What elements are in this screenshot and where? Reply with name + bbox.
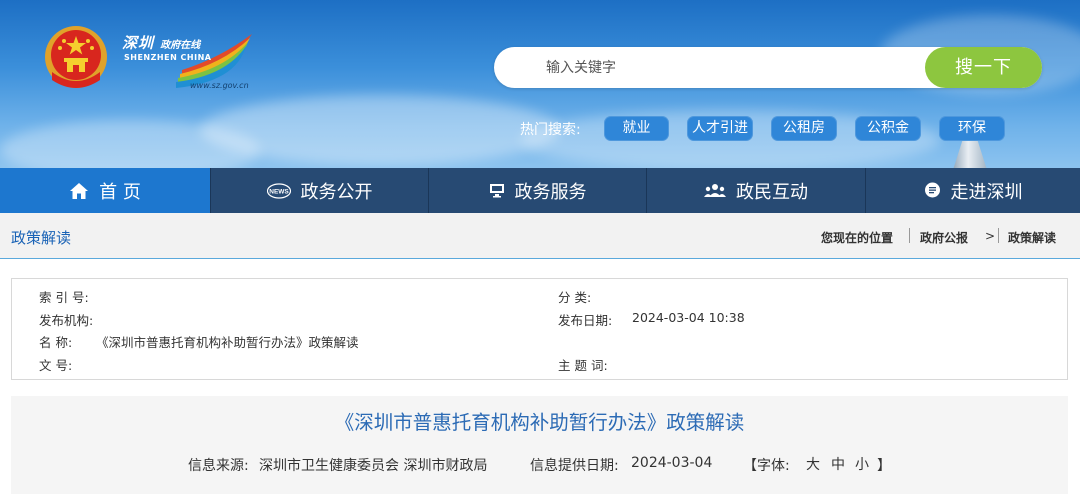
publisher-label: 发布机构: [39, 313, 94, 328]
breadcrumb-divider [998, 228, 999, 243]
nav-item-government-affairs[interactable]: NEWS 政务公开 [211, 168, 429, 213]
info-date-value: 2024-03-04 [631, 455, 713, 471]
nav-item-label: 走进深圳 [950, 181, 1023, 203]
article-title: 《深圳市普惠托育机构补助暂行办法》政策解读 [334, 411, 745, 434]
font-size-small-button[interactable]: 小 [855, 454, 869, 474]
breadcrumb-link-policy[interactable]: 政策解读 [1008, 229, 1056, 246]
font-size-bracket-close: 】 [877, 458, 891, 474]
breadcrumb-link-gazette[interactable]: 政府公报 [920, 229, 968, 246]
search-button[interactable]: 搜一下 [925, 47, 1042, 88]
logo-text-en: SHENZHEN CHINA [124, 53, 212, 62]
svg-text:NEWS: NEWS [269, 188, 289, 195]
hot-search-label: 热门搜索: [520, 122, 581, 138]
hot-search-tag[interactable]: 公积金 [855, 116, 921, 141]
breadcrumb-separator: > [985, 229, 996, 243]
publish-date-label: 发布日期: [558, 313, 613, 328]
nav-item-public-interaction[interactable]: 政民互动 [647, 168, 866, 213]
name-label: 名 称: [39, 335, 73, 350]
logo-text-cn[interactable]: 深圳 政府在线 [122, 32, 200, 53]
logo-city-text: 深圳 [122, 34, 155, 52]
monitor-icon [489, 183, 505, 198]
main-nav: 首 页 NEWS 政务公开 政务服务 政民互动 走进深圳 [0, 168, 1080, 213]
info-date-label: 信息提供日期: [530, 458, 619, 474]
name-value: 《深圳市普惠托育机构补助暂行办法》政策解读 [96, 335, 359, 350]
hot-search-tag[interactable]: 公租房 [771, 116, 837, 141]
search-input[interactable] [546, 57, 906, 79]
article-header: 《深圳市普惠托育机构补助暂行办法》政策解读 信息来源: 深圳市卫生健康委员会 深… [11, 396, 1068, 494]
nav-item-label: 政民互动 [736, 181, 808, 203]
header-banner: 深圳 政府在线 SHENZHEN CHINA www.sz.gov.cn 搜一下… [0, 0, 1080, 168]
font-size-label: 【字体: [743, 458, 790, 474]
nav-item-label: 首 页 [99, 181, 141, 203]
font-size-large-button[interactable]: 大 [806, 454, 820, 474]
doc-no-label: 文 号: [39, 358, 73, 373]
source-label: 信息来源: [188, 458, 249, 474]
hot-search-tag[interactable]: 人才引进 [687, 116, 753, 141]
nav-item-home[interactable]: 首 页 [0, 168, 211, 213]
index-no-label: 索 引 号: [39, 290, 89, 305]
source-value: 深圳市卫生健康委员会 深圳市财政局 [259, 458, 488, 474]
section-title[interactable]: 政策解读 [11, 227, 71, 248]
breadcrumb-location-label: 您现在的位置 [821, 231, 894, 245]
keywords-label: 主 题 词: [558, 358, 608, 373]
logo-url: www.sz.gov.cn [190, 81, 249, 90]
publish-date-value: 2024-03-04 10:38 [632, 310, 745, 325]
people-icon [704, 183, 726, 198]
breadcrumb-bar: 政策解读 您现在的位置 政府公报 > 政策解读 [0, 213, 1080, 259]
nav-item-about-shenzhen[interactable]: 走进深圳 [866, 168, 1080, 213]
chat-bubble-icon [924, 182, 941, 199]
category-label: 分 类: [558, 290, 592, 305]
nav-item-government-services[interactable]: 政务服务 [429, 168, 647, 213]
breadcrumb-divider [909, 228, 910, 243]
home-icon [69, 182, 89, 200]
logo-tag-text: 政府在线 [160, 40, 201, 51]
hot-search-tag[interactable]: 环保 [939, 116, 1005, 141]
document-info-table: 索 引 号: 分 类: 发布机构: 发布日期: 2024-03-04 10:38… [11, 278, 1068, 380]
hot-search-tag[interactable]: 就业 [604, 116, 669, 141]
nav-item-label: 政务服务 [514, 181, 587, 203]
nav-item-label: 政务公开 [300, 181, 373, 203]
news-icon: NEWS [266, 182, 291, 199]
national-emblem-icon[interactable] [42, 24, 110, 94]
font-size-medium-button[interactable]: 中 [831, 454, 845, 474]
